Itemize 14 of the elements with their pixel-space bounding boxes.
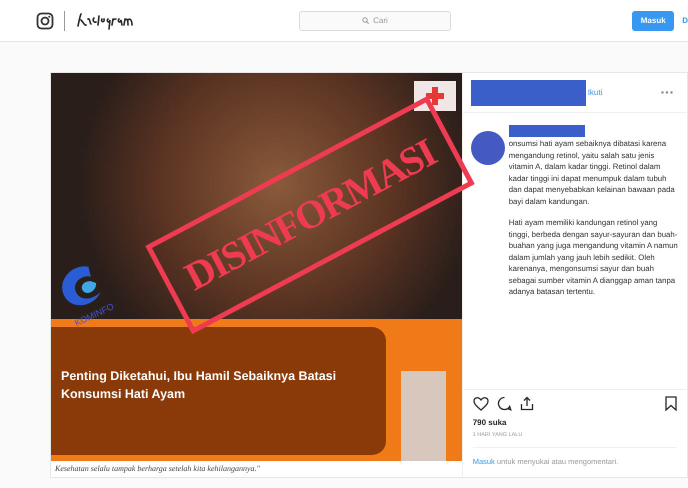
follow-link[interactable]: Ikuti [588,86,602,98]
more-icon[interactable] [661,91,673,94]
likes-count: 790 suka [472,417,508,429]
signup-link[interactable]: D [682,14,688,26]
heart-icon[interactable] [472,396,489,411]
comment-icon[interactable] [496,396,512,411]
cross-icon [426,87,444,105]
headline-text: Penting Diketahui, Ibu Hamil Sebaiknya Batasi Konsumsi Hati Ayam [61,368,338,403]
search-field[interactable]: Cari [299,10,451,30]
share-icon[interactable] [520,396,534,411]
camera-icon[interactable] [36,12,54,30]
bookmark-icon[interactable] [665,396,677,411]
search-icon [362,17,370,24]
login-button[interactable]: Masuk [632,10,674,30]
